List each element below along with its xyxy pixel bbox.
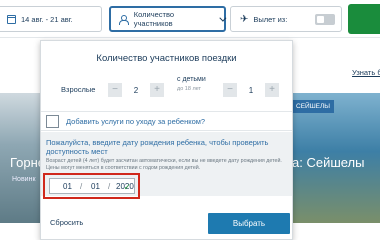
children-stepper: − 1 +	[223, 82, 279, 98]
children-minus-button[interactable]: −	[223, 83, 237, 97]
flight-toggle[interactable]	[315, 14, 335, 25]
promo-card-left-subtitle: Новинк	[12, 176, 36, 183]
promo-card-right-title: а: Сейшелы	[292, 155, 365, 170]
dob-separator: /	[80, 182, 83, 191]
dob-day[interactable]: 01	[63, 182, 72, 191]
childcare-checkbox[interactable]	[46, 115, 59, 128]
reset-button[interactable]: Сбросить	[50, 218, 83, 227]
children-count: 1	[248, 85, 254, 95]
search-button[interactable]	[348, 4, 380, 34]
dob-separator: /	[108, 182, 111, 191]
flight-label: Вылет из:	[253, 14, 288, 24]
children-hint: до 18 лет	[177, 86, 202, 92]
check-icon: ✓	[123, 182, 131, 192]
promo-card-right-badge: СЕЙШЕЛЫ	[292, 100, 335, 113]
promo-card-left-title: Горне	[10, 155, 42, 170]
promo-card-left[interactable]: Горне Новинк	[0, 93, 42, 223]
children-label: с детьми	[177, 76, 206, 83]
dates-field[interactable]: 14 авг. - 21 авг.	[0, 6, 102, 32]
chevron-down-icon	[219, 14, 227, 22]
calendar-icon	[7, 14, 16, 24]
guests-label: Количество участников	[133, 10, 175, 28]
childcare-label[interactable]: Добавить услуги по уходу за ребенком?	[66, 117, 205, 126]
search-bar: 14 авг. - 21 авг. Количество участников …	[0, 0, 380, 38]
children-plus-button[interactable]: +	[265, 83, 279, 97]
adults-minus-button[interactable]: −	[108, 83, 122, 97]
flight-field[interactable]: ✈ Вылет из:	[230, 6, 342, 32]
childcare-row: Добавить услуги по уходу за ребенком?	[41, 111, 292, 131]
popup-title: Количество участников поездки	[96, 53, 237, 64]
dob-month[interactable]: 01	[91, 182, 100, 191]
plane-icon: ✈	[240, 13, 249, 25]
notice-title: Пожалуйста, введите дату рождения ребенк…	[46, 138, 269, 156]
person-icon	[119, 14, 129, 25]
promo-card-right[interactable]: СЕЙШЕЛЫ а: Сейшелы	[292, 93, 380, 223]
adults-label: Взрослые	[61, 85, 96, 94]
birthdate-input[interactable]: 01 / 01 / 2020 ✓	[49, 178, 135, 194]
learn-more-link[interactable]: Узнать б	[352, 68, 380, 77]
birthdate-highlight: 01 / 01 / 2020 ✓	[43, 173, 140, 199]
guests-field[interactable]: Количество участников	[109, 6, 227, 32]
dates-value: 14 авг. - 21 авг.	[21, 14, 73, 24]
adults-stepper: − 2 +	[108, 82, 164, 98]
participants-popup: Количество участников поездки Взрослые −…	[40, 40, 293, 240]
select-button[interactable]: Выбрать	[208, 213, 290, 234]
adults-count: 2	[133, 85, 139, 95]
notice-text: Возраст детей (4 лет) будет засчитан авт…	[46, 158, 282, 171]
adults-plus-button[interactable]: +	[150, 83, 164, 97]
